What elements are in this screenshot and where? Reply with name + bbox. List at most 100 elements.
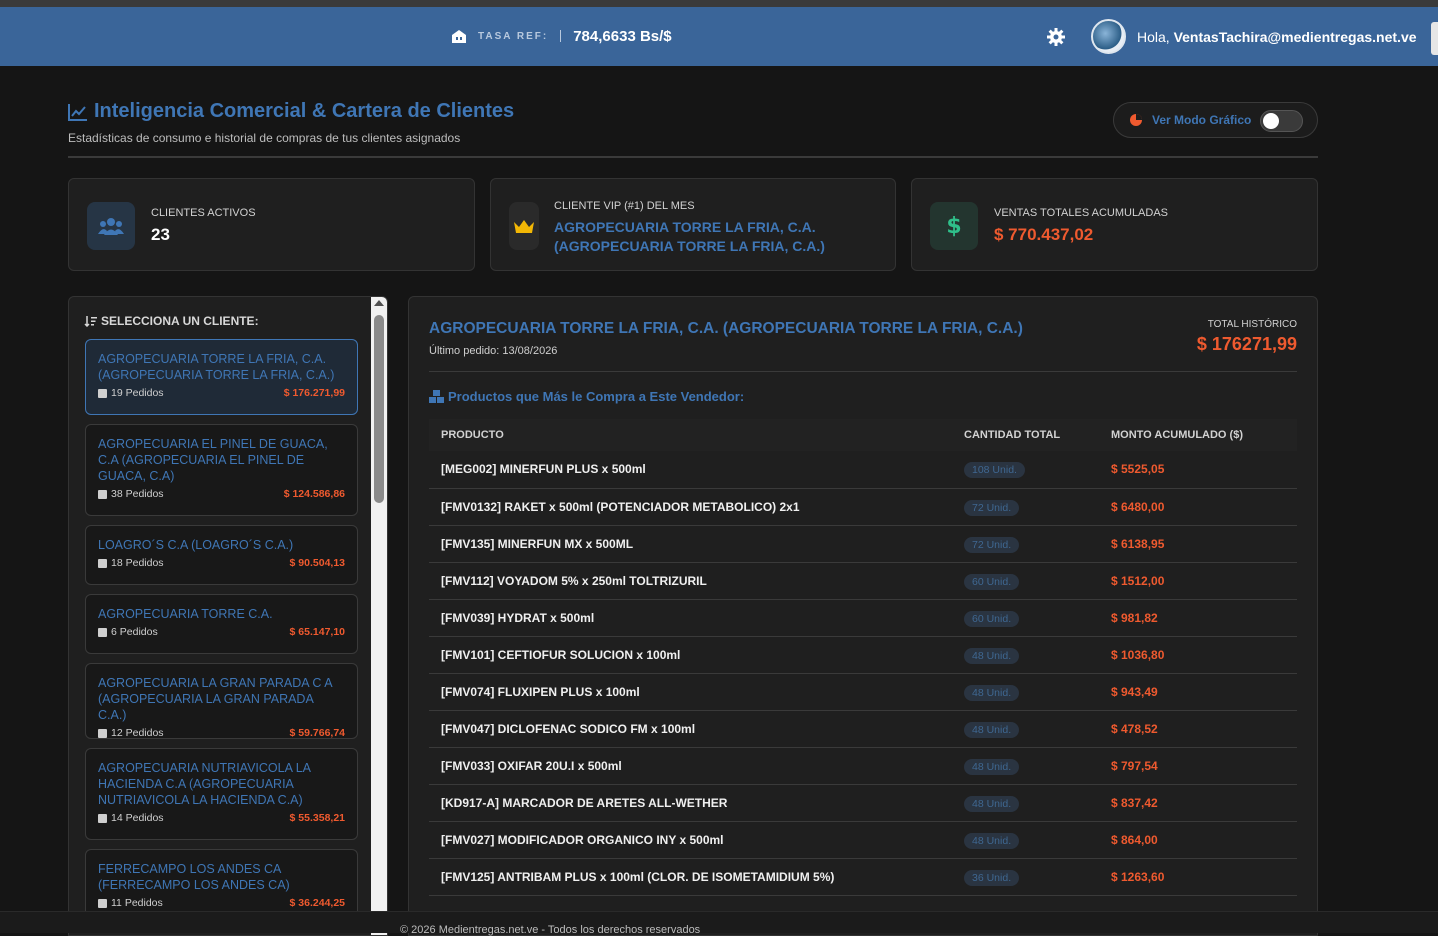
quantity-badge: 48 Unid. bbox=[964, 647, 1020, 664]
client-orders: 12 Pedidos bbox=[111, 727, 164, 739]
quantity-badge: 48 Unid. bbox=[964, 832, 1020, 849]
vip-name-line2: (AGROPECUARIA TORRE LA FRIA, C.A.) bbox=[554, 238, 825, 254]
amount-cell: $ 478,52 bbox=[1111, 721, 1158, 736]
product-name: [FMV125] ANTRIBAM PLUS x 100ml (CLOR. DE… bbox=[441, 869, 835, 884]
boxes-icon bbox=[429, 390, 444, 403]
browser-top-strip bbox=[0, 0, 1438, 7]
page-title-block: Inteligencia Comercial & Cartera de Clie… bbox=[68, 100, 514, 145]
avatar[interactable] bbox=[1091, 19, 1126, 54]
footer: © 2026 Medientregas.net.ve - Todos los d… bbox=[0, 911, 1438, 936]
scroll-up-arrow-icon[interactable] bbox=[374, 300, 384, 306]
vip-name-line1: AGROPECUARIA TORRE LA FRIA, C.A. bbox=[554, 219, 816, 235]
quantity-badge: 36 Unid. bbox=[964, 869, 1020, 886]
client-amount: $ 36.244,25 bbox=[289, 897, 345, 909]
header-divider bbox=[68, 156, 1318, 158]
quantity-badge: 48 Unid. bbox=[964, 684, 1020, 701]
total-history-label: TOTAL HISTÓRICO bbox=[1207, 319, 1297, 330]
client-orders: 6 Pedidos bbox=[111, 626, 158, 638]
table-header-row: PRODUCTO CANTIDAD TOTAL MONTO ACUMULADO … bbox=[429, 419, 1297, 451]
quantity-cell: 48 Unid. bbox=[952, 821, 1099, 858]
product-name: [MEG002] MINERFUN PLUS x 500ml bbox=[441, 462, 646, 477]
table-row: [FMV074] FLUXIPEN PLUS x 100ml 48 Unid. $ … bbox=[429, 673, 1297, 710]
client-list-panel[interactable]: SELECCIONA UN CLIENTE: AGROPECUARIA TORR… bbox=[68, 296, 388, 936]
client-orders: 11 Pedidos bbox=[111, 897, 163, 909]
vip-client-name: AGROPECUARIA TORRE LA FRIA, C.A. (AGROPE… bbox=[554, 218, 825, 256]
amount-cell: $ 943,49 bbox=[1111, 684, 1158, 699]
dollar-icon: $ bbox=[930, 202, 978, 250]
client-item-0[interactable]: AGROPECUARIA TORRE LA FRIA, C.A. (AGROPE… bbox=[85, 339, 358, 415]
client-meta: 19 Pedidos $ 176.271,99 bbox=[98, 387, 345, 399]
bag-icon bbox=[98, 898, 107, 908]
quantity-badge: 72 Unid. bbox=[964, 499, 1020, 516]
clients-label: CLIENTES ACTIVOS bbox=[151, 207, 256, 219]
client-item-4[interactable]: AGROPECUARIA LA GRAN PARADA C A (AGROPEC… bbox=[85, 663, 358, 739]
client-amount: $ 55.358,21 bbox=[289, 812, 345, 824]
product-name: [KD917-A] MARCADOR DE ARETES ALL-WETHER bbox=[441, 795, 728, 810]
product-name: [FMV047] DICLOFENAC SODICO FM x 100ml bbox=[441, 721, 696, 736]
table-row: [MEG002] MINERFUN PLUS x 500ml 108 Unid. $… bbox=[429, 451, 1297, 488]
table-row: [FMV125] ANTRIBAM PLUS x 100ml (CLOR. DE… bbox=[429, 858, 1297, 895]
active-clients-card: CLIENTES ACTIVOS 23 bbox=[68, 178, 475, 271]
client-item-5[interactable]: AGROPECUARIA NUTRIAVICOLA LA HACIENDA C.… bbox=[85, 748, 358, 840]
scrollbar-thumb[interactable] bbox=[374, 315, 384, 503]
quantity-cell: 48 Unid. bbox=[952, 784, 1099, 821]
col-product[interactable]: PRODUCTO bbox=[429, 419, 952, 451]
client-item-2[interactable]: LOAGRO´S C.A (LOAGRO´S C.A.) 18 Pedidos $… bbox=[85, 525, 358, 585]
toggle-knob bbox=[1263, 113, 1279, 129]
client-meta: 14 Pedidos $ 55.358,21 bbox=[98, 812, 345, 824]
table-row: [FMV047] DICLOFENAC SODICO FM x 100ml 48 … bbox=[429, 710, 1297, 747]
quantity-cell: 72 Unid. bbox=[952, 525, 1099, 562]
product-name: [FMV033] OXIFAR 20U.I x 500ml bbox=[441, 758, 622, 773]
amount-cell: $ 797,54 bbox=[1111, 758, 1158, 773]
quantity-cell: 48 Unid. bbox=[952, 710, 1099, 747]
product-name: [FMV0132] RAKET x 500ml (POTENCIADOR MET… bbox=[441, 499, 800, 514]
bag-icon bbox=[98, 489, 107, 499]
client-name: FERRECAMPO LOS ANDES CA (FERRECAMPO LOS … bbox=[98, 862, 290, 892]
bag-icon bbox=[98, 558, 107, 568]
table-row: [FMV0132] RAKET x 500ml (POTENCIADOR MET… bbox=[429, 488, 1297, 525]
rate-label: TASA REF: bbox=[478, 30, 549, 42]
client-meta: 11 Pedidos $ 36.244,25 bbox=[98, 897, 345, 909]
quantity-badge: 60 Unid. bbox=[964, 610, 1020, 627]
chart-mode-toggle[interactable]: Ver Modo Gráfico bbox=[1113, 102, 1318, 138]
building-icon bbox=[452, 30, 466, 43]
quantity-badge: 48 Unid. bbox=[964, 721, 1020, 738]
toggle-switch[interactable] bbox=[1260, 110, 1303, 132]
client-amount: $ 59.766,74 bbox=[289, 727, 345, 739]
vip-client-card: CLIENTE VIP (#1) DEL MES AGROPECUARIA TO… bbox=[490, 178, 896, 271]
vip-label: CLIENTE VIP (#1) DEL MES bbox=[554, 200, 695, 212]
gear-icon[interactable] bbox=[1046, 27, 1066, 47]
product-name: [FMV101] CEFTIOFUR SOLUCION x 100ml bbox=[441, 647, 681, 662]
products-heading-text: Productos que Más le Compra a Este Vende… bbox=[448, 389, 745, 404]
page-subtitle: Estadísticas de consumo e historial de c… bbox=[68, 131, 461, 145]
edge-button[interactable] bbox=[1431, 22, 1438, 55]
exchange-rate: TASA REF: 784,6633 Bs/$ bbox=[450, 27, 672, 45]
client-item-1[interactable]: AGROPECUARIA EL PINEL DE GUACA, C.A (AGR… bbox=[85, 424, 358, 516]
page-title-text: Inteligencia Comercial & Cartera de Clie… bbox=[94, 100, 515, 122]
client-meta: 18 Pedidos $ 90.504,13 bbox=[98, 557, 345, 569]
quantity-cell: 36 Unid. bbox=[952, 858, 1099, 895]
sort-icon bbox=[84, 316, 97, 327]
quantity-badge: 60 Unid. bbox=[964, 573, 1020, 590]
client-meta: 12 Pedidos $ 59.766,74 bbox=[98, 727, 345, 739]
quantity-cell: 48 Unid. bbox=[952, 673, 1099, 710]
product-name: [FMV074] FLUXIPEN PLUS x 100ml bbox=[441, 684, 640, 699]
amount-cell: $ 981,82 bbox=[1111, 610, 1158, 625]
total-sales-card: $ VENTAS TOTALES ACUMULADAS $ 770.437,02 bbox=[911, 178, 1318, 271]
table-row: [FMV112] VOYADOM 5% x 250ml TOLTRIZURIL 6… bbox=[429, 562, 1297, 599]
client-orders: 14 Pedidos bbox=[111, 812, 164, 824]
client-amount: $ 90.504,13 bbox=[289, 557, 345, 569]
crown-icon bbox=[509, 202, 539, 250]
amount-cell: $ 1512,00 bbox=[1111, 573, 1165, 588]
user-greeting[interactable]: Hola, VentasTachira@medientregas.net.ve bbox=[1137, 29, 1417, 45]
table-row: [FMV027] MODIFICADOR ORGANICO INY x 500m… bbox=[429, 821, 1297, 858]
detail-divider bbox=[429, 371, 1297, 372]
client-item-3[interactable]: AGROPECUARIA TORRE C.A. 6 Pedidos $ 65.14… bbox=[85, 594, 358, 654]
amount-cell: $ 6138,95 bbox=[1111, 536, 1165, 551]
col-quantity[interactable]: CANTIDAD TOTAL bbox=[952, 419, 1099, 451]
quantity-badge: 108 Unid. bbox=[964, 462, 1025, 479]
client-amount: $ 124.586,86 bbox=[283, 488, 345, 500]
col-amount[interactable]: MONTO ACUMULADO ($) bbox=[1099, 419, 1297, 451]
table-row: [FMV033] OXIFAR 20U.I x 500ml 48 Unid. $ 7… bbox=[429, 747, 1297, 784]
footer-text: © 2026 Medientregas.net.ve - Todos los d… bbox=[400, 924, 701, 936]
